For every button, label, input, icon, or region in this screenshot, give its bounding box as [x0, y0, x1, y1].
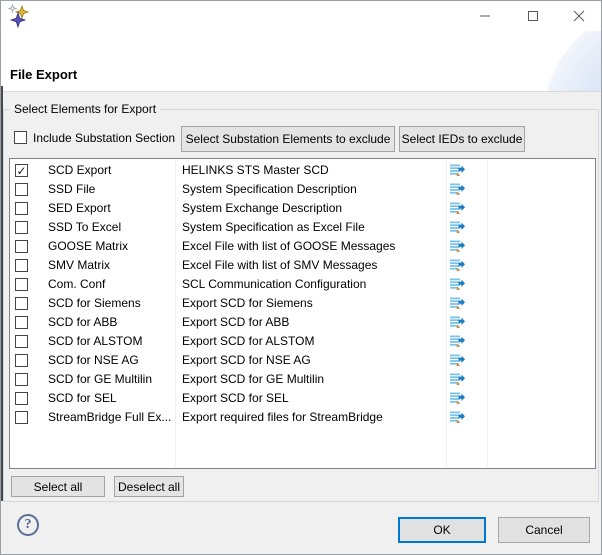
export-description: SCL Communication Configuration	[182, 275, 444, 294]
table-row[interactable]: SCD Export HELINKS STS Master SCD	[10, 161, 595, 180]
file-export-dialog: File Export Select Elements for Export I…	[0, 0, 602, 555]
export-edit-icon[interactable]	[449, 238, 465, 254]
select-ieds-button[interactable]: Select IEDs to exclude	[399, 126, 525, 152]
row-checkbox[interactable]	[15, 221, 28, 234]
export-name: Com. Conf	[48, 275, 174, 294]
export-name: SCD for NSE AG	[48, 351, 174, 370]
table-row[interactable]: SCD for GE Multilin Export SCD for GE Mu…	[10, 370, 595, 389]
export-edit-icon[interactable]	[449, 314, 465, 330]
export-description: System Specification Description	[182, 180, 444, 199]
table-row[interactable]: SCD for SEL Export SCD for SEL	[10, 389, 595, 408]
row-checkbox[interactable]	[15, 392, 28, 405]
export-description: Export SCD for Siemens	[182, 294, 444, 313]
export-name: SCD for Siemens	[48, 294, 174, 313]
export-edit-icon[interactable]	[449, 390, 465, 406]
app-sparkles-icon	[7, 4, 31, 28]
export-edit-icon[interactable]	[449, 352, 465, 368]
help-button[interactable]: ?	[17, 514, 39, 536]
row-checkbox[interactable]	[15, 259, 28, 272]
export-description: Excel File with list of GOOSE Messages	[182, 237, 444, 256]
export-edit-icon[interactable]	[449, 219, 465, 235]
table-row[interactable]: SSD To Excel System Specification as Exc…	[10, 218, 595, 237]
row-checkbox[interactable]	[15, 202, 28, 215]
include-substation-checkbox[interactable]	[14, 131, 27, 144]
table-row[interactable]: SCD for ABB Export SCD for ABB	[10, 313, 595, 332]
export-edit-icon[interactable]	[449, 162, 465, 178]
export-name: SSD To Excel	[48, 218, 174, 237]
table-row[interactable]: SMV Matrix Excel File with list of SMV M…	[10, 256, 595, 275]
table-row[interactable]: StreamBridge Full Ex... Export required …	[10, 408, 595, 427]
row-checkbox[interactable]	[15, 183, 28, 196]
deselect-all-button[interactable]: Deselect all	[114, 476, 184, 497]
title-bar	[1, 1, 601, 31]
export-edit-icon[interactable]	[449, 257, 465, 273]
ok-button[interactable]: OK	[398, 517, 486, 543]
export-name: SCD for GE Multilin	[48, 370, 174, 389]
export-description: Excel File with list of SMV Messages	[182, 256, 444, 275]
include-substation-label: Include Substation Section	[33, 131, 175, 145]
table-rows: SCD Export HELINKS STS Master SCD SSD Fi…	[10, 161, 595, 427]
export-description: HELINKS STS Master SCD	[182, 161, 444, 180]
table-row[interactable]: SCD for NSE AG Export SCD for NSE AG	[10, 351, 595, 370]
row-checkbox[interactable]	[15, 354, 28, 367]
row-checkbox[interactable]	[15, 240, 28, 253]
export-description: Export SCD for ABB	[182, 313, 444, 332]
export-edit-icon[interactable]	[449, 295, 465, 311]
export-edit-icon[interactable]	[449, 276, 465, 292]
export-edit-icon[interactable]	[449, 371, 465, 387]
table-row[interactable]: Com. Conf SCL Communication Configuratio…	[10, 275, 595, 294]
export-description: Export required files for StreamBridge	[182, 408, 444, 427]
table-row[interactable]: SCD for ALSTOM Export SCD for ALSTOM	[10, 332, 595, 351]
group-label: Select Elements for Export	[10, 102, 160, 116]
export-name: SCD Export	[48, 161, 174, 180]
select-all-button[interactable]: Select all	[11, 476, 105, 497]
row-checkbox[interactable]	[15, 297, 28, 310]
export-description: Export SCD for SEL	[182, 389, 444, 408]
export-edit-icon[interactable]	[449, 409, 465, 425]
row-checkbox[interactable]	[15, 278, 28, 291]
select-elements-group: Select Elements for Export Include Subst…	[3, 109, 599, 502]
export-name: SMV Matrix	[48, 256, 174, 275]
export-name: SCD for SEL	[48, 389, 174, 408]
select-substation-elements-button[interactable]: Select Substation Elements to exclude	[181, 126, 395, 152]
row-checkbox[interactable]	[15, 373, 28, 386]
page-title: File Export	[10, 67, 77, 82]
export-name: SSD File	[48, 180, 174, 199]
export-name: SCD for ALSTOM	[48, 332, 174, 351]
left-edge-artifact	[1, 86, 3, 501]
export-name: SCD for ABB	[48, 313, 174, 332]
table-row[interactable]: GOOSE Matrix Excel File with list of GOO…	[10, 237, 595, 256]
export-options-table[interactable]: SCD Export HELINKS STS Master SCD SSD Fi…	[9, 158, 596, 469]
wizard-banner: File Export	[1, 31, 601, 91]
export-description: Export SCD for NSE AG	[182, 351, 444, 370]
export-edit-icon[interactable]	[449, 181, 465, 197]
export-edit-icon[interactable]	[449, 333, 465, 349]
row-checkbox[interactable]	[15, 411, 28, 424]
export-name: SED Export	[48, 199, 174, 218]
maximize-button[interactable]	[518, 1, 548, 31]
export-description: System Specification as Excel File	[182, 218, 444, 237]
row-checkbox[interactable]	[15, 335, 28, 348]
export-name: StreamBridge Full Ex...	[48, 408, 174, 427]
close-button[interactable]	[564, 1, 594, 31]
table-row[interactable]: SCD for Siemens Export SCD for Siemens	[10, 294, 595, 313]
export-edit-icon[interactable]	[449, 200, 465, 216]
table-row[interactable]: SED Export System Exchange Description	[10, 199, 595, 218]
export-description: Export SCD for ALSTOM	[182, 332, 444, 351]
export-name: GOOSE Matrix	[48, 237, 174, 256]
row-checkbox[interactable]	[15, 164, 28, 177]
minimize-button[interactable]	[470, 1, 500, 31]
export-description: System Exchange Description	[182, 199, 444, 218]
row-checkbox[interactable]	[15, 316, 28, 329]
banner-gradient	[543, 31, 601, 91]
cancel-button[interactable]: Cancel	[498, 517, 590, 543]
table-row[interactable]: SSD File System Specification Descriptio…	[10, 180, 595, 199]
export-description: Export SCD for GE Multilin	[182, 370, 444, 389]
